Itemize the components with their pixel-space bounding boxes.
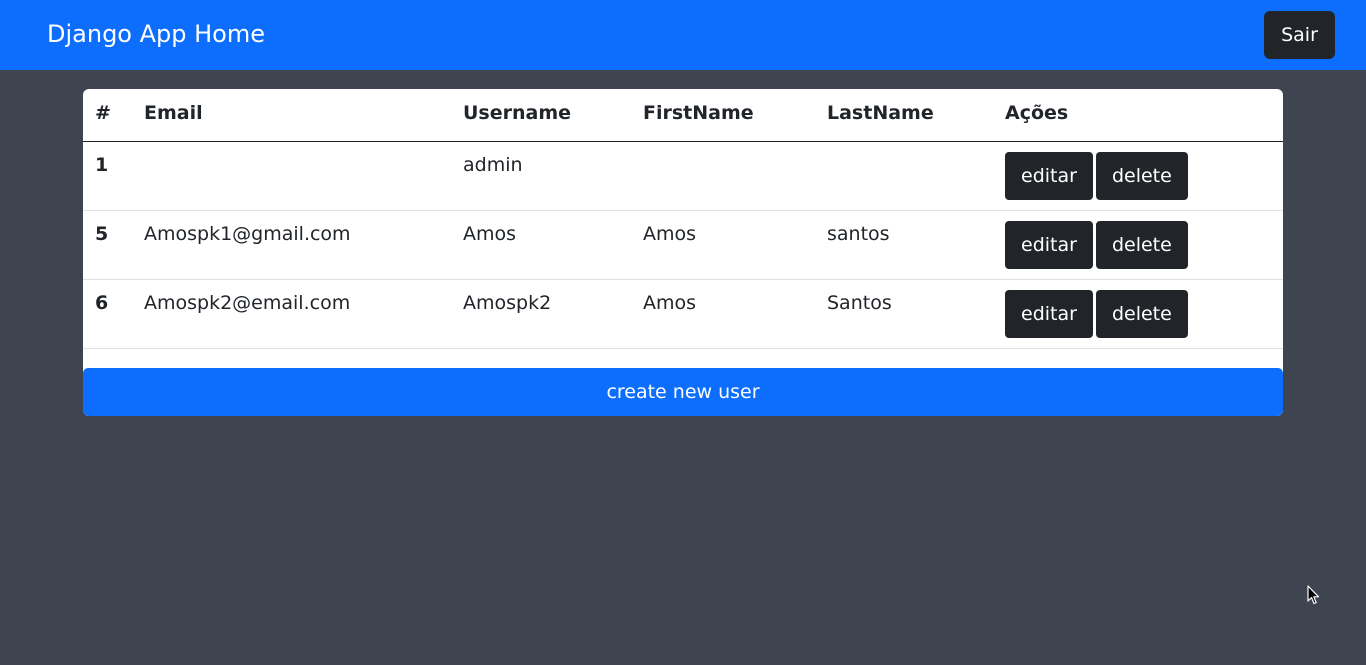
cell-email: Amospk1@gmail.com <box>132 210 451 280</box>
column-header-email: Email <box>132 89 451 142</box>
users-card: # Email Username FirstName LastName Açõe… <box>83 89 1283 416</box>
cell-username: Amospk2 <box>451 279 631 349</box>
column-header-lastname: LastName <box>815 89 993 142</box>
cell-email: Amospk2@email.com <box>132 279 451 349</box>
delete-button[interactable]: delete <box>1095 220 1188 269</box>
table-row: 1 admin editar delete <box>83 141 1283 211</box>
cell-id: 5 <box>83 210 132 280</box>
users-table: # Email Username FirstName LastName Açõe… <box>83 89 1283 349</box>
cell-id: 6 <box>83 279 132 349</box>
delete-button[interactable]: delete <box>1095 289 1188 338</box>
cell-actions: editar delete <box>993 141 1283 211</box>
cell-lastname: santos <box>815 210 993 280</box>
cell-email <box>132 141 451 211</box>
column-header-firstname: FirstName <box>631 89 815 142</box>
cell-firstname: Amos <box>631 210 815 280</box>
mouse-cursor-icon <box>1307 585 1320 605</box>
logout-button[interactable]: Sair <box>1264 11 1335 59</box>
navbar-brand[interactable]: Django App Home <box>47 19 265 49</box>
navbar: Django App Home Sair <box>0 0 1366 70</box>
table-body: 1 admin editar delete 5 Amospk1@gmail.com… <box>83 141 1283 349</box>
cell-actions: editar delete <box>993 279 1283 349</box>
cell-username: admin <box>451 141 631 211</box>
cell-lastname <box>815 141 993 211</box>
cell-firstname <box>631 141 815 211</box>
cell-username: Amos <box>451 210 631 280</box>
column-header-id: # <box>83 89 132 142</box>
column-header-username: Username <box>451 89 631 142</box>
edit-button[interactable]: editar <box>1005 151 1093 200</box>
cell-id: 1 <box>83 141 132 211</box>
cell-lastname: Santos <box>815 279 993 349</box>
create-user-button[interactable]: create new user <box>83 368 1283 416</box>
table-header: # Email Username FirstName LastName Açõe… <box>83 89 1283 142</box>
table-row: 6 Amospk2@email.com Amospk2 Amos Santos … <box>83 279 1283 349</box>
cell-actions: editar delete <box>993 210 1283 280</box>
cell-firstname: Amos <box>631 279 815 349</box>
column-header-actions: Ações <box>993 89 1283 142</box>
edit-button[interactable]: editar <box>1005 220 1093 269</box>
table-row: 5 Amospk1@gmail.com Amos Amos santos edi… <box>83 210 1283 280</box>
delete-button[interactable]: delete <box>1095 151 1188 200</box>
edit-button[interactable]: editar <box>1005 289 1093 338</box>
